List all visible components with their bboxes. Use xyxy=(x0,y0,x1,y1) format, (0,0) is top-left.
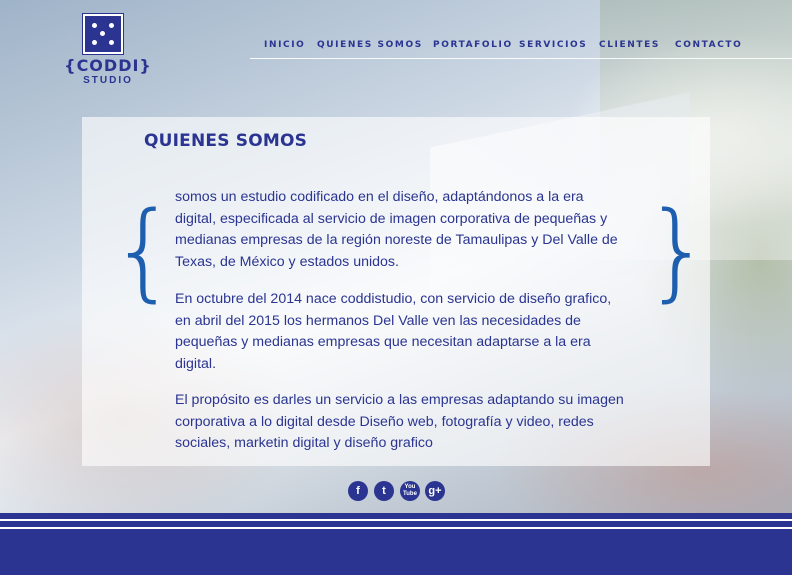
footer xyxy=(0,513,792,575)
nav-contacto[interactable]: CONTACTO xyxy=(675,40,742,50)
paragraph-purpose: El propósito es darles un servicio a las… xyxy=(175,392,624,451)
paragraph-history: En octubre del 2014 nace coddistudio, co… xyxy=(175,291,612,372)
main-nav: INICIO QUIENES SOMOS PORTAFOLIO SERVICIO… xyxy=(250,38,792,59)
facebook-icon[interactable]: f xyxy=(348,481,368,501)
nav-clientes[interactable]: CLIENTES xyxy=(599,40,660,50)
logo-dot xyxy=(109,23,114,28)
paragraph-intro: somos un estudio codificado en el diseño… xyxy=(175,189,618,270)
logo-dot xyxy=(100,31,105,36)
footer-stripe xyxy=(0,519,792,521)
logo[interactable]: {CODDI} STUDIO xyxy=(56,14,160,88)
youtube-icon[interactable]: You Tube xyxy=(400,481,420,501)
page-title: QUIENES SOMOS xyxy=(144,131,308,151)
nav-quienes-somos[interactable]: QUIENES SOMOS xyxy=(317,40,423,50)
brace-right: } xyxy=(644,189,712,312)
twitter-icon[interactable]: t xyxy=(374,481,394,501)
brace-left: { xyxy=(110,189,178,312)
footer-stripe xyxy=(0,527,792,529)
logo-dice-icon xyxy=(83,14,123,54)
logo-dot xyxy=(92,23,97,28)
nav-inicio[interactable]: INICIO xyxy=(264,40,305,50)
logo-dot xyxy=(109,40,114,45)
youtube-icon-line1: You xyxy=(404,484,416,490)
nav-servicios[interactable]: SERVICIOS xyxy=(519,40,587,50)
youtube-icon-line2: Tube xyxy=(403,491,417,497)
googleplus-icon[interactable]: g+ xyxy=(425,481,445,501)
nav-portafolio[interactable]: PORTAFOLIO xyxy=(433,40,513,50)
logo-dot xyxy=(92,40,97,45)
logo-brand: {CODDI} xyxy=(64,56,152,75)
logo-subtitle: STUDIO xyxy=(83,75,133,86)
